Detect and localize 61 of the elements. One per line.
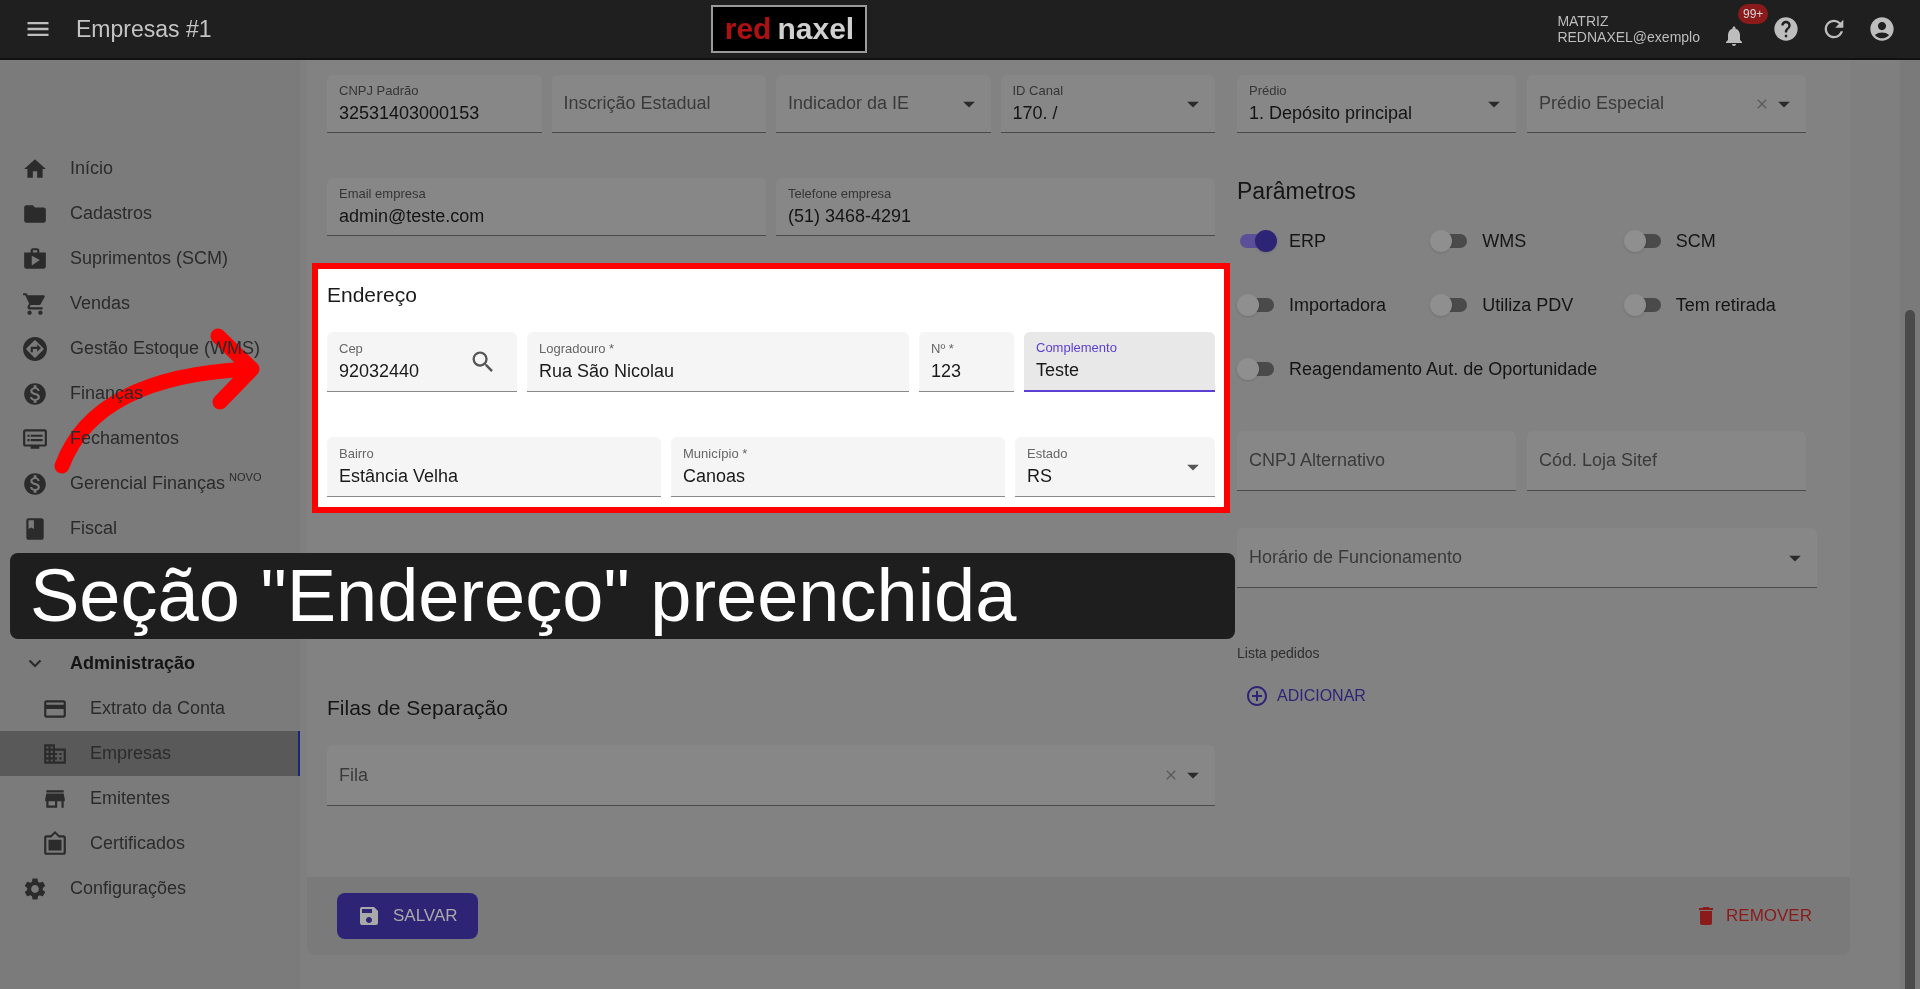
notification-badge: 99+ — [1738, 4, 1769, 24]
account-icon[interactable] — [1868, 15, 1896, 43]
sidebar-item[interactable]: Suprimentos (SCM) — [0, 236, 300, 281]
toggle-label: WMS — [1482, 230, 1527, 253]
sidebar-item[interactable]: Administração — [0, 641, 300, 686]
text-field[interactable]: Email empresa admin@teste.com — [327, 178, 766, 236]
text-field[interactable]: CNPJ Padrão 32531403000153 — [327, 75, 542, 133]
select-field[interactable]: Prédio Especial — [1527, 75, 1806, 133]
frame-icon — [42, 830, 68, 857]
cart-icon — [22, 290, 48, 317]
text-field[interactable]: Nº * 123 — [919, 332, 1014, 392]
section-title: Parâmetros — [1237, 177, 1357, 205]
text-field[interactable]: Cód. Loja Sitef — [1527, 431, 1806, 491]
sidebar-item[interactable]: Início — [0, 146, 300, 191]
dollar-icon — [22, 470, 48, 497]
diamond-arrow-icon — [22, 335, 48, 362]
scrollbar[interactable] — [1900, 60, 1920, 989]
select-field[interactable]: Horário de Funcionamento — [1237, 528, 1817, 588]
toggle-label: ERP — [1289, 230, 1326, 253]
save-button[interactable]: SALVAR — [337, 893, 478, 939]
select-field[interactable]: Indicador da IE — [776, 75, 991, 133]
toggle-label: Importadora — [1289, 294, 1387, 317]
text-field[interactable]: Complemento Teste — [1024, 332, 1215, 392]
select-field[interactable]: Fila — [327, 745, 1215, 806]
add-icon — [1245, 684, 1269, 708]
remove-button[interactable]: REMOVER — [1686, 896, 1820, 936]
account-name: MATRIZ REDNAXEL@exemplo — [1557, 13, 1700, 45]
add-button[interactable]: ADICIONAR — [1237, 680, 1374, 712]
help-icon[interactable] — [1772, 15, 1800, 43]
select-field[interactable]: Prédio 1. Depósito principal — [1237, 75, 1516, 133]
select-field[interactable]: Estado RS — [1015, 437, 1215, 497]
chevron-icon[interactable] — [28, 659, 42, 668]
text-field[interactable]: Bairro Estância Velha — [327, 437, 661, 497]
sidebar-subitem[interactable]: Certificados — [0, 821, 300, 866]
text-field[interactable]: Telefone empresa (51) 3468-4291 — [776, 178, 1215, 236]
sidebar-subitem[interactable]: Extrato da Conta — [0, 686, 300, 731]
dollar-icon — [22, 380, 48, 407]
sidebar-item[interactable]: Cadastros — [0, 191, 300, 236]
sidebar-item[interactable]: Gerencial Finanças NOVO — [0, 461, 300, 506]
text-field[interactable]: Inscrição Estadual — [551, 75, 766, 133]
toggle-label: SCM — [1675, 230, 1716, 253]
toggle-label: Reagendamento Aut. de Oportunidade — [1289, 358, 1598, 381]
sidebar-item[interactable]: Vendas — [0, 281, 300, 326]
select-field[interactable]: ID Canal 170. / — [1000, 75, 1215, 133]
sidebar-subitem[interactable]: Emitentes — [0, 776, 300, 821]
orders-label: Lista pedidos — [1237, 644, 1321, 663]
text-field[interactable]: Cep 92032440 — [327, 332, 517, 392]
sidebar-item[interactable]: Fiscal — [0, 506, 300, 551]
sidebar-item[interactable]: Configurações — [0, 866, 300, 911]
new-label: NOVO — [229, 470, 262, 486]
briefcase-icon — [22, 245, 48, 272]
toggle-label: Tem retirada — [1675, 294, 1776, 317]
section-title: Filas de Separação — [327, 696, 509, 720]
text-field[interactable]: Logradouro * Rua São Nicolau — [527, 332, 909, 392]
logo: red naxel — [711, 5, 868, 53]
toggle-label: Utiliza PDV — [1482, 294, 1574, 317]
text-field[interactable]: CNPJ Alternativo — [1237, 431, 1516, 491]
save-icon — [357, 904, 381, 928]
text-field[interactable]: Município * Canoas — [671, 437, 1005, 497]
app-title: Empresas #1 — [76, 14, 212, 44]
section-title: Endereço — [327, 283, 418, 307]
